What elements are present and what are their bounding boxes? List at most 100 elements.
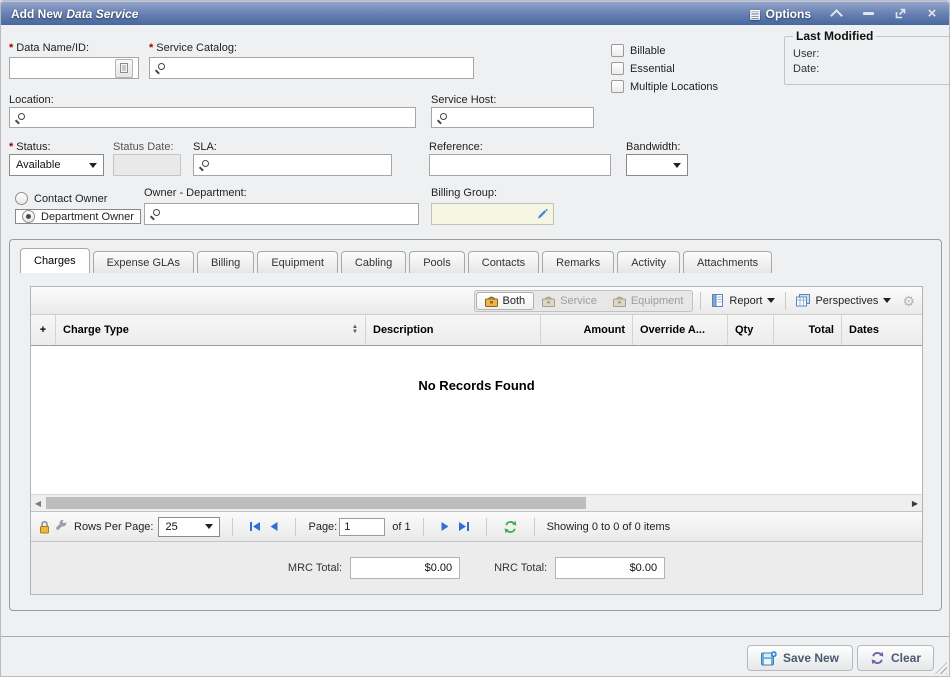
grid-body: No Records Found xyxy=(31,346,922,494)
save-new-label: Save New xyxy=(783,651,839,665)
search-icon xyxy=(150,209,160,219)
tab-charges[interactable]: Charges xyxy=(20,248,90,273)
data-name-input[interactable] xyxy=(9,57,139,79)
charge-filter-group: Both Service xyxy=(474,290,694,312)
collapse-button[interactable] xyxy=(829,7,843,21)
window-title-emphasis: Data Service xyxy=(66,7,138,21)
tab-expense-glas[interactable]: Expense GLAs xyxy=(93,251,194,273)
dates-column-header[interactable]: Dates xyxy=(842,315,922,345)
perspectives-dropdown[interactable]: Perspectives xyxy=(793,292,894,309)
description-column-header[interactable]: Description xyxy=(366,315,541,345)
add-new-data-service-dialog: Add NewData Service ▤ Options × *Data Na… xyxy=(0,0,950,677)
qty-column-header[interactable]: Qty xyxy=(728,315,774,345)
sla-input[interactable] xyxy=(193,154,392,176)
tab-contacts[interactable]: Contacts xyxy=(468,251,539,273)
lock-icon[interactable] xyxy=(39,520,50,534)
billing-group-input[interactable] xyxy=(431,203,554,225)
showing-items-text: Showing 0 to 0 of 0 items xyxy=(547,521,671,533)
grid-toolbar: Both Service xyxy=(31,287,922,315)
options-list-icon: ▤ xyxy=(749,7,760,21)
first-page-button[interactable] xyxy=(249,521,261,532)
filter-both-button[interactable]: Both xyxy=(476,292,535,310)
page-number-input[interactable]: 1 xyxy=(339,518,385,536)
gear-icon[interactable]: ⚙ xyxy=(902,294,915,308)
filter-equipment-button[interactable]: Equipment xyxy=(605,293,692,309)
tab-cabling[interactable]: Cabling xyxy=(341,251,406,273)
tab-remarks[interactable]: Remarks xyxy=(542,251,614,273)
no-records-message: No Records Found xyxy=(31,378,922,393)
scrollbar-thumb[interactable] xyxy=(46,497,586,509)
status-value: Available xyxy=(16,159,60,171)
department-owner-radio[interactable]: Department Owner xyxy=(15,209,141,224)
refresh-icon xyxy=(503,520,518,534)
close-button[interactable]: × xyxy=(925,7,939,21)
filter-service-button[interactable]: Service xyxy=(534,293,605,309)
popout-button[interactable] xyxy=(893,7,907,21)
status-label: *Status: xyxy=(9,141,51,153)
tab-label: Cabling xyxy=(355,257,392,269)
clear-icon xyxy=(870,651,885,665)
tab-label: Expense GLAs xyxy=(107,257,180,269)
service-host-input[interactable] xyxy=(431,107,594,128)
grid-pager: Rows Per Page: 25 Page: 1 of 1 xyxy=(31,511,922,541)
report-dropdown[interactable]: Report xyxy=(708,292,778,309)
prev-page-button[interactable] xyxy=(269,521,279,532)
tab-equipment[interactable]: Equipment xyxy=(257,251,338,273)
radio-icon xyxy=(22,210,35,223)
last-modified-user-label: User: xyxy=(793,48,950,60)
override-amount-column-header[interactable]: Override A... xyxy=(633,315,728,345)
horizontal-scrollbar[interactable]: ◀ ▶ xyxy=(31,494,922,511)
save-new-button[interactable]: Save New xyxy=(747,645,853,671)
filter-equipment-label: Equipment xyxy=(631,295,684,307)
scroll-left-icon[interactable]: ◀ xyxy=(31,499,45,508)
wrench-icon[interactable] xyxy=(55,520,68,534)
bandwidth-select[interactable] xyxy=(626,154,688,176)
total-column-header[interactable]: Total xyxy=(774,315,842,345)
refresh-button[interactable] xyxy=(503,520,518,534)
add-charge-column-header[interactable]: + xyxy=(31,315,56,345)
money-box-icon-disabled xyxy=(613,295,626,307)
sort-icon[interactable]: ▲▼ xyxy=(352,325,358,335)
billing-group-label: Billing Group: xyxy=(431,187,497,199)
charge-type-column-header[interactable]: Charge Type ▲▼ xyxy=(56,315,366,345)
location-input[interactable] xyxy=(9,107,416,128)
tab-attachments[interactable]: Attachments xyxy=(683,251,772,273)
close-icon: × xyxy=(928,6,937,21)
page-of-label: of 1 xyxy=(392,521,410,533)
location-label: Location: xyxy=(9,94,54,106)
tab-pools[interactable]: Pools xyxy=(409,251,465,273)
caret-down-icon xyxy=(89,163,97,168)
titlebar-controls: ▤ Options × xyxy=(749,7,939,21)
rows-per-page-select[interactable]: 25 xyxy=(158,517,220,537)
clear-button[interactable]: Clear xyxy=(857,645,934,671)
options-button[interactable]: ▤ Options xyxy=(749,7,811,21)
popout-icon xyxy=(895,8,906,19)
multiple-locations-checkbox[interactable]: Multiple Locations xyxy=(611,80,718,93)
filter-service-label: Service xyxy=(560,295,597,307)
tab-label: Activity xyxy=(631,257,666,269)
tab-activity[interactable]: Activity xyxy=(617,251,680,273)
billable-checkbox[interactable]: Billable xyxy=(611,44,665,57)
options-label: Options xyxy=(766,7,811,21)
tab-billing[interactable]: Billing xyxy=(197,251,254,273)
filter-both-label: Both xyxy=(503,295,526,307)
last-page-button[interactable] xyxy=(458,521,470,532)
status-select[interactable]: Available xyxy=(9,154,104,176)
minimize-button[interactable] xyxy=(861,7,875,21)
pencil-icon[interactable] xyxy=(536,208,548,220)
service-catalog-input[interactable] xyxy=(149,57,474,79)
owner-department-input[interactable] xyxy=(144,203,419,225)
next-page-button[interactable] xyxy=(440,521,450,532)
amount-column-header[interactable]: Amount xyxy=(541,315,633,345)
reference-input[interactable] xyxy=(429,154,611,176)
department-owner-label: Department Owner xyxy=(41,211,134,223)
resize-grip[interactable] xyxy=(935,662,947,674)
checkbox-icon xyxy=(611,44,624,57)
contact-owner-radio[interactable]: Contact Owner xyxy=(15,192,107,205)
essential-checkbox[interactable]: Essential xyxy=(611,62,675,75)
status-date-input xyxy=(113,154,181,176)
totals-bar: MRC Total: $0.00 NRC Total: $0.00 xyxy=(31,541,922,594)
auto-number-icon[interactable] xyxy=(115,59,133,78)
scroll-right-icon[interactable]: ▶ xyxy=(908,499,922,508)
data-name-label: *Data Name/ID: xyxy=(9,42,89,54)
